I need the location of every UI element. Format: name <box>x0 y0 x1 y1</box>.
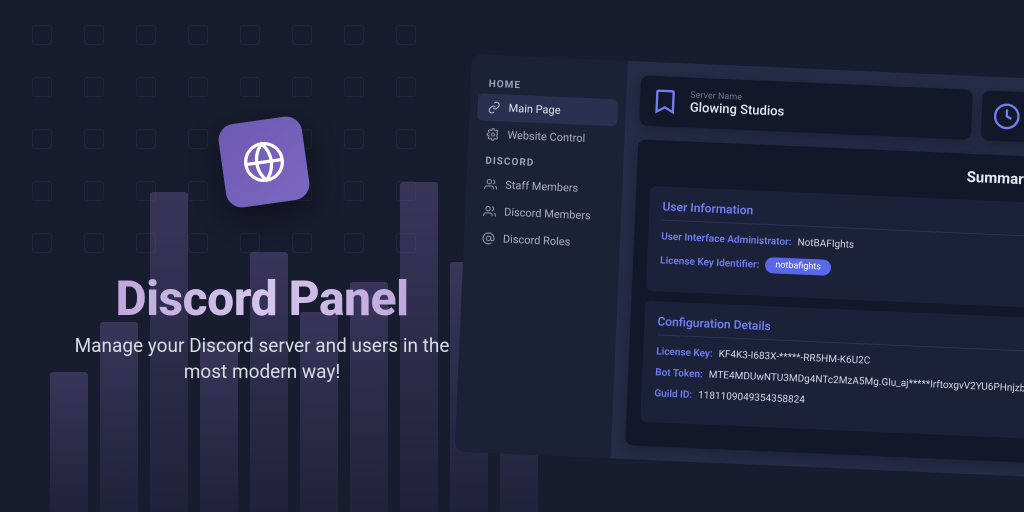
license-pill[interactable]: notbafights <box>765 257 831 276</box>
sidebar-item-label: Main Page <box>508 102 560 117</box>
bookmark-icon <box>651 87 680 116</box>
sidebar-item-discord-roles[interactable]: Discord Roles <box>471 224 612 257</box>
app-logo <box>217 115 312 210</box>
license-id-row: License Key Identifier: notbafights <box>660 252 1024 289</box>
stat-cards: Server Name Glowing Studios Bot Uptime 0… <box>639 75 1024 148</box>
clock-icon <box>992 102 1021 131</box>
uptime-card: Bot Uptime 00:04:05 <box>981 90 1024 148</box>
sidebar: HOMEMain PageWebsite ControlDISCORDStaff… <box>455 54 628 458</box>
sidebar-item-label: Staff Members <box>505 179 578 195</box>
app-preview: HOMEMain PageWebsite ControlDISCORDStaff… <box>455 54 1024 483</box>
hero-subtitle: Manage your Discord server and users in … <box>62 333 462 384</box>
server-card: Server Name Glowing Studios <box>639 75 973 139</box>
summary-panel: Summary of integrated data User Informat… <box>625 139 1024 468</box>
globe-icon <box>239 137 289 187</box>
user-info-section: User Information User Interface Administ… <box>646 186 1024 313</box>
sidebar-item-label: Discord Roles <box>503 233 571 249</box>
server-value: Glowing Studios <box>690 100 785 119</box>
sidebar-item-label: Website Control <box>507 129 585 145</box>
config-section: Configuration Details License Key: KF4K3… <box>640 301 1024 444</box>
sidebar-item-label: Discord Members <box>504 206 591 223</box>
hero-section: Discord Panel Manage your Discord server… <box>62 270 462 384</box>
main-content: Server Name Glowing Studios Bot Uptime 0… <box>610 61 1024 483</box>
guild-id-row: Guild ID: 1181109049354358824 <box>654 388 1024 420</box>
hero-title: Discord Panel <box>62 270 462 327</box>
